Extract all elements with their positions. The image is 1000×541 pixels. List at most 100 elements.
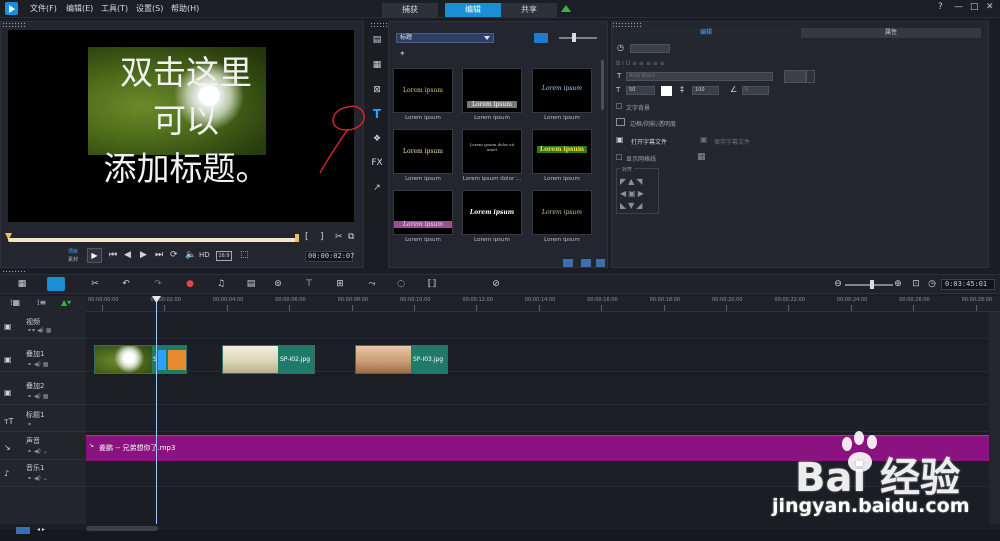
sound-mixer-icon[interactable]: ♫	[213, 277, 229, 291]
track-controls-icon[interactable]: ⚭ ◀) ⌄	[27, 475, 48, 482]
zoom-preview-icon[interactable]: ⬚	[240, 250, 249, 260]
text-color-swatch[interactable]	[661, 86, 672, 96]
add-favorite-icon[interactable]: ✦	[399, 49, 406, 58]
undo-icon[interactable]: ↶	[118, 277, 134, 291]
save-file-icon[interactable]: ▣	[700, 135, 708, 144]
title-thumbnail[interactable]: Lorem ipsum	[393, 68, 453, 113]
overlay-clip-sp-i03[interactable]: SP-I03.jpg	[355, 345, 448, 374]
font-color-swatch[interactable]	[784, 70, 806, 83]
scroll-arrows-icon[interactable]: ◂ ▸	[37, 526, 45, 533]
pan-zoom-icon[interactable]: ⟦⟧	[424, 277, 440, 291]
menu-file[interactable]: 文件(F)	[30, 3, 57, 14]
enlarge-icon[interactable]: ⧉	[348, 232, 354, 242]
maximize-button[interactable]: □	[970, 2, 979, 12]
scrubber-out-handle[interactable]	[295, 234, 299, 242]
save-title-file-button[interactable]: 保存字幕文件	[714, 137, 750, 146]
font-select[interactable]: Arial Black	[626, 72, 773, 81]
zoom-in-icon[interactable]: ⊕	[890, 277, 906, 291]
fx-icon[interactable]: FX	[369, 155, 385, 171]
tools-icon[interactable]: ✂	[87, 277, 103, 291]
mark-out-icon[interactable]: ]	[320, 232, 324, 242]
chapter-marker-icon[interactable]: ⁞≡	[37, 298, 46, 307]
show-grid-checkbox[interactable]	[616, 154, 622, 160]
motion-tracking-icon[interactable]: ⊚	[270, 277, 286, 291]
font-size-field[interactable]: 50	[626, 86, 655, 95]
timeline-zoom-handle[interactable]	[870, 280, 874, 289]
player-timecode[interactable]: 00:00:02:07	[305, 251, 354, 262]
path-icon[interactable]: ↗	[369, 180, 385, 196]
tab-attributes[interactable]: 属性	[801, 28, 981, 38]
time-remapping-icon[interactable]: ⤳	[364, 277, 380, 291]
mode-clip[interactable]: 素材	[68, 256, 78, 263]
title-thumbnail[interactable]: Lorem ipsum	[532, 190, 592, 235]
alignment-grid-icon[interactable]: ◤▲◥ ◀▣▶ ◣▼◢	[620, 176, 656, 212]
multi-camera-icon[interactable]: ⊞	[332, 277, 348, 291]
view-toggle-button[interactable]	[534, 33, 548, 43]
graphic-icon[interactable]: ❖	[369, 131, 385, 147]
import-icon[interactable]	[563, 259, 573, 267]
repeat-icon[interactable]: ⟳	[170, 250, 178, 260]
subtitle-editor-icon[interactable]: ⊤	[301, 277, 317, 291]
timeline-hscroll[interactable]	[86, 526, 158, 531]
transition-marker[interactable]	[158, 350, 166, 370]
split-icon[interactable]: ✂	[335, 232, 343, 242]
open-file-icon[interactable]: ▣	[616, 135, 624, 144]
panel-grip-icon[interactable]	[612, 22, 642, 27]
zoom-out-icon[interactable]: ⊖	[830, 277, 846, 291]
track-header-video[interactable]	[0, 312, 86, 339]
aspect-ratio-select[interactable]: 16:9	[216, 251, 232, 261]
lane-overlay2[interactable]	[86, 378, 989, 405]
prev-frame-icon[interactable]: ◀	[124, 250, 131, 260]
storyboard-view-icon[interactable]: ▦	[14, 277, 30, 291]
mark-in-icon[interactable]: [	[305, 232, 309, 242]
scrubber-bar[interactable]	[8, 238, 298, 242]
tab-capture[interactable]: 捕获	[382, 3, 438, 17]
tab-edit[interactable]: 编辑	[445, 3, 501, 17]
overlay-clip-sp-i02[interactable]: SP-I02.jpg	[222, 345, 315, 374]
title-thumbnail[interactable]: Lorem ipsum	[393, 190, 453, 235]
library-category-select[interactable]: 标题	[396, 33, 494, 43]
track-controls-icon[interactable]: ⚭ ◀) ⌄	[27, 448, 48, 455]
transition-icon[interactable]: ⊠	[369, 82, 385, 98]
title-thumbnail[interactable]: Lorem ipsum dolor sit amet	[462, 129, 522, 174]
next-frame-icon[interactable]: ▶	[140, 250, 147, 260]
title-thumbnail[interactable]: Lorem ipsum	[532, 129, 592, 174]
redo-icon[interactable]: ↷	[150, 277, 166, 291]
track-controls-icon[interactable]: ⚭	[27, 421, 32, 428]
menu-settings[interactable]: 设置(S)	[136, 3, 163, 14]
mode-project[interactable]: 项目	[68, 248, 78, 255]
thumbnail-size-slider-handle[interactable]	[572, 33, 576, 42]
library-scrollbar[interactable]	[601, 60, 604, 110]
library-expand-icon[interactable]	[596, 259, 605, 267]
tab-share[interactable]: 共享	[501, 3, 557, 17]
chevron-down-icon[interactable]	[806, 70, 815, 83]
angle-field[interactable]: 0	[742, 86, 769, 95]
play-button[interactable]: ▶	[87, 248, 102, 263]
home-icon[interactable]: ⏮	[109, 250, 117, 260]
hd-toggle[interactable]: HD	[199, 251, 210, 259]
fit-project-icon[interactable]: ⊡	[908, 277, 924, 291]
end-icon[interactable]: ⏭	[155, 250, 163, 260]
timeline-timecode[interactable]: 0:03:45:01	[941, 279, 995, 290]
timeline-vscroll[interactable]	[989, 312, 1000, 524]
title-thumbnail[interactable]: Lorem ipsum	[532, 68, 592, 113]
minimize-button[interactable]: —	[954, 2, 963, 12]
title-thumbnail[interactable]: Lorem ipsum	[393, 129, 453, 174]
track-header-voice[interactable]	[0, 433, 86, 460]
media-library-icon[interactable]: ▤	[369, 32, 385, 48]
playhead[interactable]	[156, 296, 157, 524]
border-shadow-icon[interactable]	[616, 118, 625, 126]
thumbnail-size-slider[interactable]	[559, 37, 597, 39]
record-capture-icon[interactable]: ●	[182, 277, 198, 291]
line-spacing-field[interactable]: 100	[692, 86, 719, 95]
upload-icon[interactable]	[561, 5, 571, 12]
panel-grip-icon[interactable]	[2, 22, 26, 27]
tab-edit-options[interactable]: 编辑	[616, 28, 796, 38]
menu-edit[interactable]: 编辑(E)	[66, 3, 93, 14]
title-overlay-text[interactable]: 双击这里 可以 添加标题。	[86, 49, 286, 193]
track-controls-icon[interactable]: ⚭ ◀) ▦	[27, 393, 48, 400]
track-controls-icon[interactable]: ⚭ ◀) ▦	[27, 361, 48, 368]
volume-icon[interactable]: 🔈	[185, 250, 196, 260]
instant-project-icon[interactable]: ▦	[369, 57, 385, 73]
help-button[interactable]: ?	[938, 2, 943, 12]
